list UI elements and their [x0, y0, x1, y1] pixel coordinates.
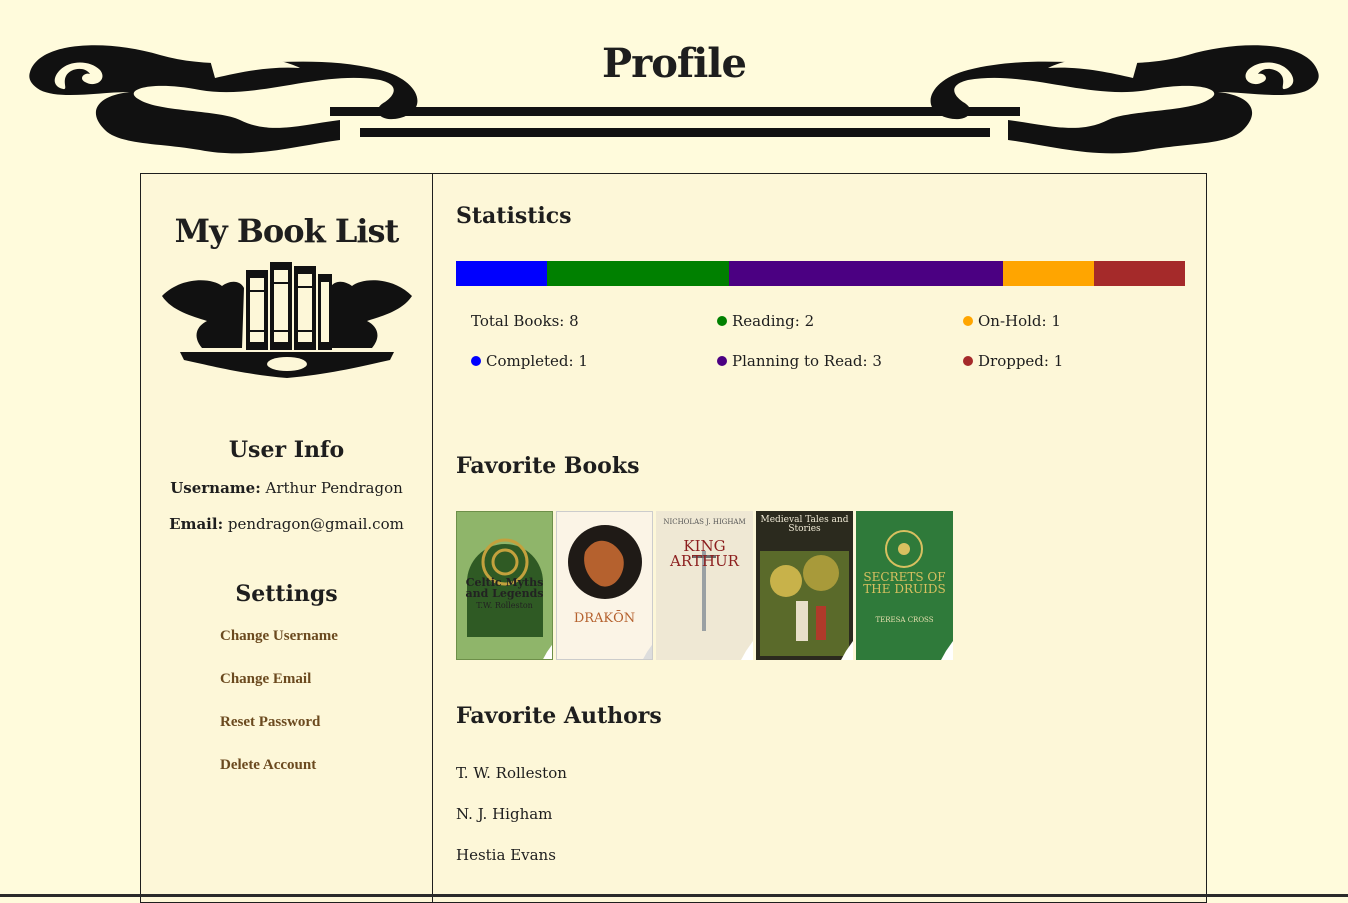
- on-hold-dot-icon: [963, 316, 973, 326]
- main-content: Statistics Total Books: 8 Reading: 2 On-…: [433, 174, 1206, 902]
- stat-bar-segment: [1093, 261, 1185, 286]
- stat-on-hold-label: On-Hold: 1: [978, 312, 1061, 330]
- stat-planning-label: Planning to Read: 3: [732, 352, 882, 370]
- book-cover[interactable]: Medieval Tales and Stories: [756, 511, 853, 660]
- author-item[interactable]: T. W. Rolleston: [456, 764, 567, 782]
- username-label: Username:: [170, 479, 261, 497]
- book-cover[interactable]: NICHOLAS J. HIGHAM KING ARTHUR: [656, 511, 753, 660]
- statistics-bar: [456, 261, 1185, 286]
- planning-dot-icon: [717, 356, 727, 366]
- book-author: T.W. Rolleston: [476, 601, 533, 610]
- stat-on-hold: On-Hold: 1: [963, 312, 1061, 330]
- brand-title: My Book List: [174, 212, 400, 250]
- stat-bar-segment: [729, 261, 1003, 286]
- book-title: KING ARTHUR: [670, 537, 739, 570]
- stat-bar-segment: [456, 261, 548, 286]
- stat-completed-label: Completed: 1: [486, 352, 588, 370]
- stat-planning: Planning to Read: 3: [717, 352, 882, 370]
- email-value: pendragon@gmail.com: [227, 515, 404, 533]
- stat-bar-segment: [547, 261, 730, 286]
- delete-account-link[interactable]: Delete Account: [220, 757, 316, 773]
- settings-title: Settings: [235, 581, 338, 607]
- book-title: SECRETS OF THE DRUIDS: [863, 570, 946, 596]
- book-title: Celtic Myths and Legends: [465, 576, 544, 600]
- book-cover[interactable]: DRAKŌN: [556, 511, 653, 660]
- stat-reading: Reading: 2: [717, 312, 814, 330]
- username-value: Arthur Pendragon: [265, 479, 403, 497]
- book-cover[interactable]: SECRETS OF THE DRUIDS TERESA CROSS: [856, 511, 953, 660]
- username-line: Username: Arthur Pendragon: [141, 479, 432, 497]
- sword-icon: [692, 551, 753, 660]
- email-label: Email:: [169, 515, 224, 533]
- statistics-title: Statistics: [456, 203, 572, 229]
- favorite-books-title: Favorite Books: [456, 453, 640, 479]
- sidebar: My Book List User Info Username: Arthur …: [141, 174, 433, 902]
- change-email-link[interactable]: Change Email: [220, 671, 311, 687]
- book-author: TERESA CROSS: [875, 616, 934, 624]
- reading-dot-icon: [717, 316, 727, 326]
- greek-vase-icon: [568, 525, 652, 659]
- stat-dropped-label: Dropped: 1: [978, 352, 1064, 370]
- dropped-dot-icon: [963, 356, 973, 366]
- bookshelf-logo-icon: [161, 262, 412, 378]
- page-header: Profile: [0, 0, 1348, 170]
- book-cover[interactable]: Celtic Myths and Legends T.W. Rolleston: [456, 511, 553, 660]
- book-author: NICHOLAS J. HIGHAM: [663, 518, 746, 526]
- settings-links: Change Username Change Email Reset Passw…: [220, 625, 432, 774]
- stat-completed: Completed: 1: [471, 352, 588, 370]
- page-title: Profile: [602, 40, 747, 87]
- email-line: Email: pendragon@gmail.com: [141, 515, 432, 533]
- book-title: DRAKŌN: [573, 611, 636, 626]
- favorite-books-list: Celtic Myths and Legends T.W. Rolleston …: [456, 511, 953, 660]
- favorite-authors-list: T. W. Rolleston N. J. Higham Hestia Evan…: [456, 764, 567, 887]
- user-info-title: User Info: [228, 437, 345, 463]
- favorite-authors-title: Favorite Authors: [456, 703, 662, 729]
- stat-bar-segment: [1002, 261, 1094, 286]
- stat-total: Total Books: 8: [471, 312, 579, 330]
- reset-password-link[interactable]: Reset Password: [220, 714, 320, 730]
- completed-dot-icon: [471, 356, 481, 366]
- book-title: Medieval Tales and Stories: [760, 515, 849, 534]
- author-item[interactable]: N. J. Higham: [456, 805, 567, 823]
- profile-frame: My Book List User Info Username: Arthur …: [140, 173, 1207, 903]
- stat-reading-label: Reading: 2: [732, 312, 815, 330]
- author-item[interactable]: Hestia Evans: [456, 846, 567, 864]
- change-username-link[interactable]: Change Username: [220, 628, 338, 644]
- stat-dropped: Dropped: 1: [963, 352, 1063, 370]
